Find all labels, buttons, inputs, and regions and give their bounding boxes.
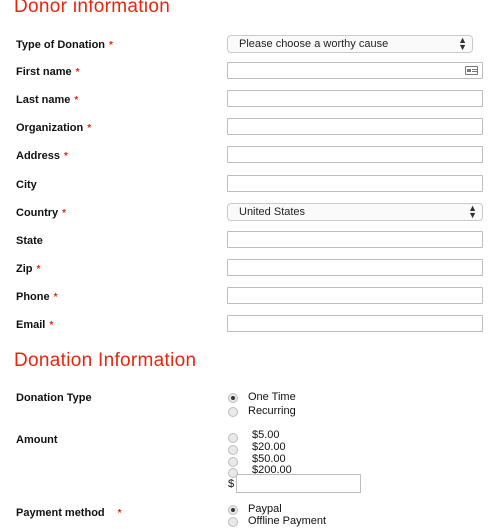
payment-paypal-label[interactable]: Paypal [248,503,282,515]
contact-card-icon[interactable] [465,66,478,75]
type-of-donation-value: Please choose a worthy cause [239,38,389,50]
amount-20-label[interactable]: $20.00 [252,441,286,453]
required-mark: * [74,95,79,106]
amount-50-radio[interactable] [228,457,238,467]
required-mark: * [53,292,58,303]
city-input[interactable] [227,175,483,192]
phone-input[interactable] [227,287,483,304]
required-mark: * [75,67,80,78]
required-mark: * [87,123,92,134]
email-input[interactable] [227,315,483,332]
zip-label: Zip * [16,263,41,275]
last-name-input[interactable] [227,90,483,107]
state-label: State [16,235,43,247]
donation-type-one-time-radio[interactable] [228,393,238,403]
donation-type-recurring-radio[interactable] [228,407,238,417]
amount-label: Amount [16,434,58,446]
custom-amount-input[interactable] [236,474,361,493]
donation-information-heading: Donation Information [14,350,197,371]
address-input[interactable] [227,146,483,163]
required-mark: * [62,208,67,219]
amount-5-label[interactable]: $5.00 [252,429,280,441]
amount-5-radio[interactable] [228,433,238,443]
city-label: City [16,179,37,191]
donation-type-recurring-label[interactable]: Recurring [248,405,296,417]
payment-method-label: Payment method * [16,507,122,519]
first-name-input[interactable] [227,62,483,79]
donor-information-heading: Donor information [14,0,171,17]
type-of-donation-select[interactable]: Please choose a worthy cause ▲ ▼ [227,35,473,53]
state-input[interactable] [227,231,483,248]
first-name-label: First name * [16,66,80,78]
required-mark: * [109,40,113,51]
custom-amount-prefix: $ [228,478,235,490]
amount-20-radio[interactable] [228,445,238,455]
organization-label: Organization * [16,122,92,134]
zip-input[interactable] [227,259,483,276]
email-label: Email * [16,319,54,331]
up-down-chevron-icon: ▲ ▼ [468,203,477,220]
payment-offline-label[interactable]: Offline Payment [248,515,326,527]
payment-offline-radio[interactable] [228,517,238,527]
country-label: Country * [16,207,67,219]
required-mark: * [117,508,122,519]
required-mark: * [49,320,54,331]
type-of-donation-label: Type of Donation * [16,39,113,51]
last-name-label: Last name * [16,94,79,106]
country-select[interactable]: United States ▲ ▼ [227,203,483,221]
phone-label: Phone * [16,291,58,303]
up-down-chevron-icon: ▲ ▼ [458,35,467,52]
organization-input[interactable] [227,118,483,135]
address-label: Address * [16,150,68,162]
country-value: United States [239,206,306,218]
required-mark: * [36,264,41,275]
donation-type-one-time-label[interactable]: One Time [248,391,296,403]
required-mark: * [64,151,68,162]
donation-type-label: Donation Type [16,392,92,404]
payment-paypal-radio[interactable] [228,505,238,515]
